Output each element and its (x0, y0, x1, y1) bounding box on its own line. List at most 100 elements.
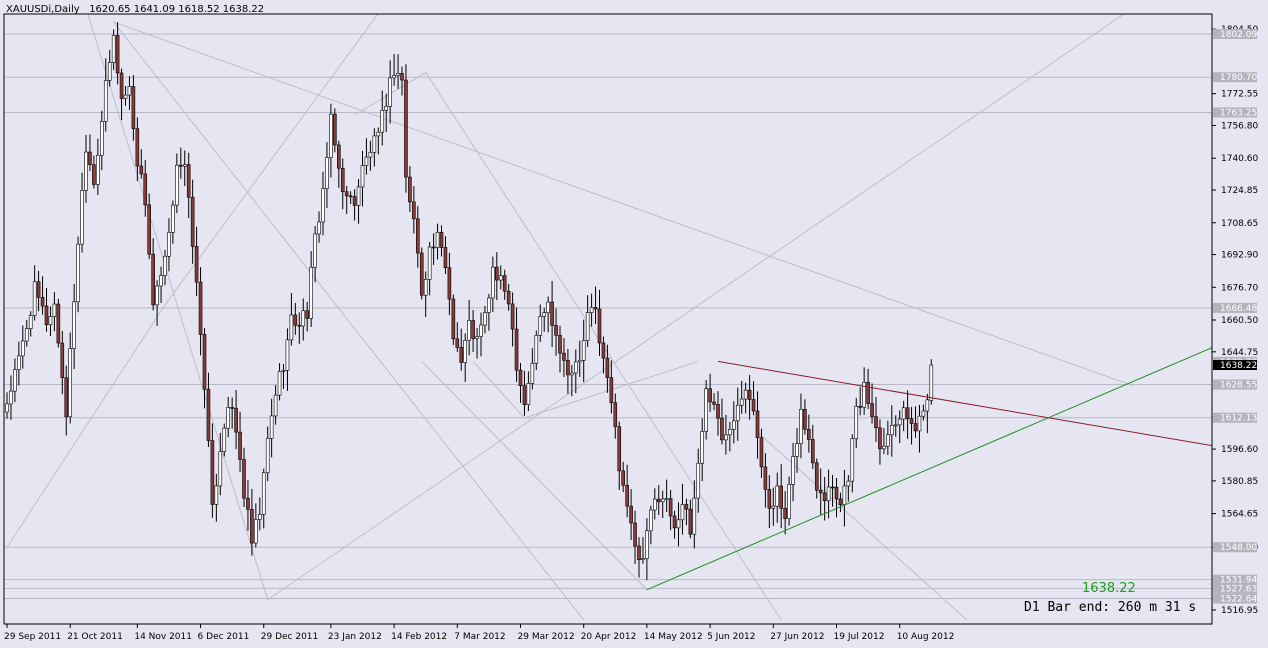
candle-body (514, 328, 519, 371)
current-price-label: 1638.22 (1220, 361, 1257, 371)
candle (502, 269, 507, 300)
candle (463, 333, 468, 382)
candle (88, 134, 92, 172)
candle-body (471, 320, 475, 339)
candle-body (854, 405, 859, 440)
candle (696, 448, 701, 513)
candle (483, 306, 487, 334)
candle (783, 491, 787, 535)
candle (115, 22, 120, 85)
price-chart[interactable]: 1804.501772.551756.801740.601724.851708.… (0, 0, 1268, 648)
x-tick-label: 14 Nov 2011 (134, 632, 192, 642)
candle (257, 497, 262, 531)
candle-body (649, 509, 653, 532)
candle (277, 363, 282, 401)
candle-body (131, 86, 136, 129)
candle-body (743, 389, 748, 400)
candle (763, 453, 768, 508)
candle (348, 191, 353, 205)
candle (206, 372, 211, 447)
candle (151, 238, 155, 311)
candle-body (265, 437, 270, 474)
candle (325, 142, 329, 209)
candle (534, 330, 539, 370)
candle-body (850, 438, 855, 482)
candle-body (909, 418, 914, 424)
price-tag-label: 1612.13 (1220, 414, 1257, 424)
fan-line (267, 14, 1125, 601)
candle (510, 292, 515, 347)
candle (518, 362, 523, 403)
candle (862, 367, 866, 415)
candle (570, 364, 574, 397)
candle (131, 75, 136, 141)
current-price-tag: 1638.22 (1213, 360, 1257, 371)
x-tick-label: 20 Apr 2012 (581, 632, 637, 642)
candle (400, 66, 404, 96)
candle (577, 340, 582, 377)
candle-body (475, 336, 479, 339)
candle (431, 233, 436, 265)
candle-body (704, 388, 708, 432)
candle (52, 292, 57, 332)
candle (273, 385, 278, 425)
candle (799, 393, 803, 459)
candle (771, 487, 776, 526)
candle-body (293, 314, 298, 326)
candle-body (285, 339, 290, 371)
candle-body (261, 472, 266, 515)
candle-body (905, 407, 910, 420)
candle (289, 292, 294, 346)
candle-body (269, 415, 274, 439)
candle-body (739, 398, 744, 406)
candle (111, 29, 116, 70)
candle-body (487, 297, 491, 313)
candle-body (562, 352, 566, 361)
candle-body (340, 167, 345, 193)
candle (866, 368, 870, 410)
candle (621, 461, 626, 493)
candle-body (5, 403, 9, 413)
fan-line (757, 431, 968, 621)
candle (147, 193, 151, 260)
candle-body (494, 266, 499, 281)
candle (285, 328, 290, 391)
candle-body (791, 456, 795, 485)
candle (601, 336, 606, 374)
candle (475, 328, 479, 359)
candle-body (645, 530, 649, 559)
candle-body (799, 408, 803, 444)
candle (605, 344, 610, 393)
candle (222, 423, 227, 457)
candle (893, 415, 898, 437)
candle (214, 473, 219, 522)
price-tag-label: 1802.09 (1220, 30, 1257, 40)
chart-window[interactable]: 1804.501772.551756.801740.601724.851708.… (0, 0, 1268, 648)
candle-body (763, 466, 768, 490)
candle-body (913, 423, 918, 432)
candle (609, 360, 614, 414)
candle (167, 218, 171, 272)
candle-body (617, 426, 622, 472)
candle-body (660, 498, 665, 503)
last-price-text: 1638.22 (1082, 581, 1136, 596)
candle-body (838, 498, 843, 505)
candle-body (28, 315, 33, 329)
candle (9, 375, 13, 420)
candle (139, 149, 144, 179)
candle-body (218, 451, 223, 487)
resistance-trendline (717, 360, 1213, 447)
candle (728, 422, 732, 452)
candle (198, 267, 203, 356)
candle-body (159, 275, 163, 287)
candle (439, 225, 444, 257)
trend-lines (646, 347, 1213, 591)
candle (514, 307, 519, 382)
candle-body (52, 303, 57, 317)
candle-body (901, 407, 906, 420)
candle-body (96, 154, 100, 185)
candle (5, 392, 9, 419)
y-tick-label: 1564.65 (1221, 510, 1258, 520)
fan-lines (6, 14, 1133, 621)
price-tag-label: 1548.00 (1220, 543, 1257, 553)
